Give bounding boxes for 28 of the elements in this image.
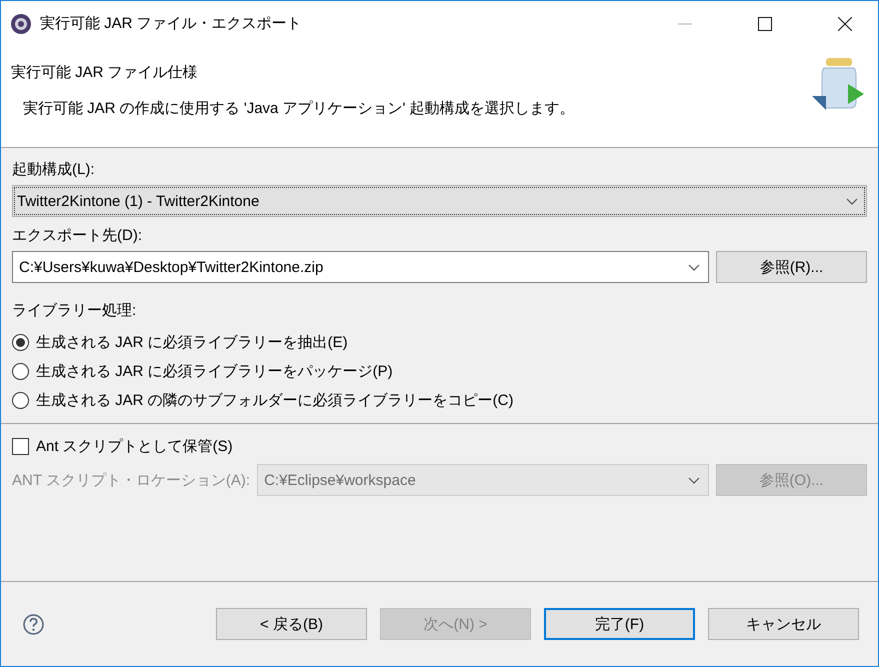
- chevron-icon: [846, 198, 858, 204]
- help-icon[interactable]: [23, 614, 44, 634]
- radio-button[interactable]: [12, 363, 29, 380]
- checkbox[interactable]: [12, 438, 29, 455]
- option-label[interactable]: 生成される JAR に必須ライブラリーをパッケージ(P): [36, 362, 393, 381]
- dialog-button[interactable]: キャンセル: [708, 608, 859, 640]
- browse-button[interactable]: 参照(R)...: [716, 251, 867, 283]
- close-icon[interactable]: [838, 16, 852, 30]
- option-label[interactable]: 生成される JAR の隣のサブフォルダーに必須ライブラリーをコピー(C): [36, 391, 514, 410]
- field-label: エクスポート先(D):: [12, 226, 143, 245]
- app-icon: [10, 12, 32, 34]
- field-label: ANT スクリプト・ロケーション(A):: [12, 470, 250, 490]
- window-title: 実行可能 JAR ファイル・エクスポート: [40, 14, 302, 33]
- field-label: 起動構成(L):: [12, 160, 96, 179]
- radio-button[interactable]: [12, 392, 29, 409]
- launch-config-dropdown[interactable]: Twitter2Kintone (1) - Twitter2Kintone: [12, 185, 867, 217]
- page-title: 実行可能 JAR ファイル仕様: [11, 63, 199, 82]
- maximize-icon[interactable]: [758, 16, 772, 30]
- radio-button[interactable]: [12, 334, 29, 351]
- section-label: ライブラリー処理:: [12, 301, 138, 320]
- page-description: 実行可能 JAR の作成に使用する 'Java アプリケーション' 起動構成を選択します。: [22, 99, 576, 118]
- chevron-icon: [688, 264, 700, 270]
- destination-field[interactable]: C:¥Users¥kuwa¥Desktop¥Twitter2Kintone.zip: [12, 251, 709, 283]
- dialog-button[interactable]: 完了(F): [544, 608, 695, 640]
- dialog-button[interactable]: < 戻る(B): [216, 608, 367, 640]
- checkbox-label[interactable]: Ant スクリプトとして保管(S): [36, 437, 233, 456]
- option-label[interactable]: 生成される JAR に必須ライブラリーを抽出(E): [36, 333, 348, 352]
- chevron-icon: [688, 476, 700, 484]
